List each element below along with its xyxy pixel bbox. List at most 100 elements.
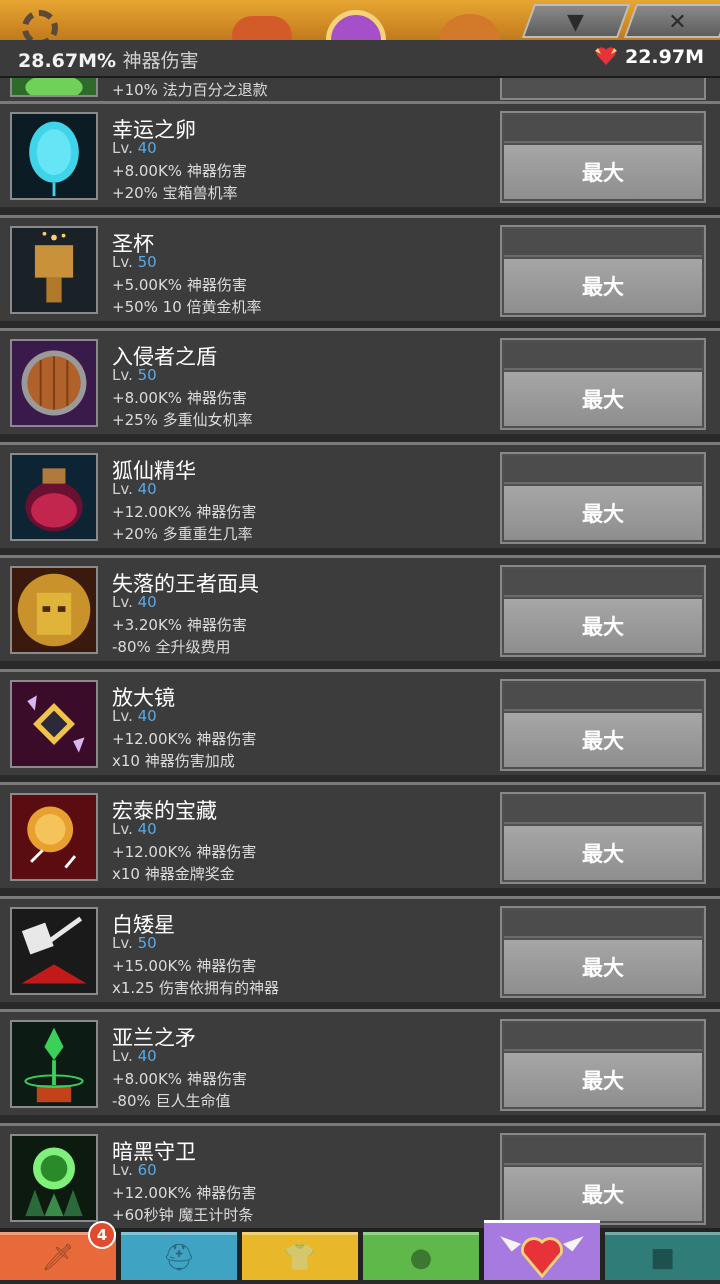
artifact-effect-2: +10% 法力百分之退款 <box>112 81 268 99</box>
artifact-level: Lv. 40 <box>112 1047 157 1065</box>
cost-bar <box>504 115 702 143</box>
level-label: Lv. <box>112 480 133 498</box>
level-value: 50 <box>137 934 157 952</box>
skill-orb <box>326 10 386 40</box>
artifact-level: Lv. 40 <box>112 139 157 157</box>
level-value: 40 <box>137 139 157 157</box>
boss-orb <box>440 14 500 40</box>
shop-icon: ■ <box>650 1243 675 1273</box>
artifact-row: 放大镜 Lv. 40 +12.00K% 神器伤害 x10 神器伤害加成 最大 <box>0 669 720 775</box>
artifact-row: 失落的王者面具 Lv. 40 +3.20K% 神器伤害 -80% 全升级费用 最… <box>0 555 720 661</box>
max-button[interactable]: 最大 <box>504 145 702 199</box>
artifact-effect-2: +60秒钟 魔王计时条 <box>112 1206 254 1224</box>
max-button[interactable]: 最大 <box>504 486 702 540</box>
coin-icon <box>10 793 98 881</box>
artifact-effect-1: +15.00K% 神器伤害 <box>112 957 257 975</box>
close-button[interactable]: ✕ <box>623 4 720 38</box>
top-banner: ▼ ✕ <box>0 0 720 40</box>
artifact-effect-1: +8.00K% 神器伤害 <box>112 1070 247 1088</box>
winged-heart-icon <box>500 1236 584 1279</box>
level-value: 50 <box>137 366 157 384</box>
upgrade-control: 最大 <box>500 225 706 317</box>
relics-counter: 22.97M <box>594 46 704 68</box>
artifact-effect-1: +12.00K% 神器伤害 <box>112 730 257 748</box>
tab-equipment[interactable]: 👕 <box>242 1232 358 1280</box>
artifact-effect-2: x10 神器金牌奖金 <box>112 865 235 883</box>
artifact-level: Lv. 50 <box>112 366 157 384</box>
max-button[interactable]: 最大 <box>504 1167 702 1221</box>
artifact-effect-1: +8.00K% 神器伤害 <box>112 389 247 407</box>
notification-badge: 4 <box>88 1221 116 1249</box>
gem-icon <box>10 680 98 768</box>
egg-icon <box>10 112 98 200</box>
cost-bar <box>504 456 702 484</box>
artifact-level: Lv. 40 <box>112 593 157 611</box>
tab-shop[interactable]: ■ <box>605 1232 720 1280</box>
max-button[interactable]: 最大 <box>504 372 702 426</box>
level-label: Lv. <box>112 253 133 271</box>
armor-icon: 👕 <box>283 1243 317 1273</box>
cost-bar <box>504 342 702 370</box>
spear-icon <box>10 1020 98 1108</box>
level-value: 50 <box>137 253 157 271</box>
upgrade-control <box>500 78 706 100</box>
artifact-row: 暗黑守卫 Lv. 60 +12.00K% 神器伤害 +60秒钟 魔王计时条 最大 <box>0 1123 720 1228</box>
artifact-effect-1: +5.00K% 神器伤害 <box>112 276 247 294</box>
artifact-effect-2: x1.25 伤害依拥有的神器 <box>112 979 280 997</box>
relic-icon <box>594 47 617 65</box>
level-label: Lv. <box>112 366 133 384</box>
artifact-row: 亚兰之矛 Lv. 40 +8.00K% 神器伤害 -80% 巨人生命值 最大 <box>0 1009 720 1115</box>
artifact-row: 狐仙精华 Lv. 40 +12.00K% 神器伤害 +20% 多重重生几率 最大 <box>0 442 720 548</box>
artifact-effect-2: -80% 全升级费用 <box>112 638 231 656</box>
potion-icon <box>10 453 98 541</box>
damage-value: 28.67M% <box>18 50 117 72</box>
down-triangle-icon: ▼ <box>566 10 584 35</box>
artifact-list[interactable]: +10% 法力百分之退款 幸运之卵 Lv. 40 +8.00K% 神器伤害 +2… <box>0 78 720 1228</box>
shield-icon <box>10 339 98 427</box>
collapse-button[interactable]: ▼ <box>521 4 631 38</box>
level-value: 40 <box>137 1047 157 1065</box>
level-label: Lv. <box>112 139 133 157</box>
cost-bar <box>504 229 702 257</box>
upgrade-control: 最大 <box>500 679 706 771</box>
gear-icon[interactable] <box>22 10 58 40</box>
artifact-thumb <box>10 78 98 97</box>
level-label: Lv. <box>112 707 133 725</box>
close-icon: ✕ <box>668 10 687 35</box>
level-label: Lv. <box>112 593 133 611</box>
max-button[interactable]: 最大 <box>504 940 702 994</box>
tab-artifacts[interactable] <box>484 1220 600 1280</box>
artifact-effect-2: +20% 宝箱兽机率 <box>112 184 238 202</box>
max-button[interactable]: 最大 <box>504 599 702 653</box>
artifact-row: 入侵者之盾 Lv. 50 +8.00K% 神器伤害 +25% 多重仙女机率 最大 <box>0 328 720 434</box>
max-button[interactable]: 最大 <box>504 259 702 313</box>
artifact-row: 白矮星 Lv. 50 +15.00K% 神器伤害 x1.25 伤害依拥有的神器 … <box>0 896 720 1002</box>
level-label: Lv. <box>112 934 133 952</box>
tab-sword[interactable]: 🗡 4 <box>0 1221 116 1280</box>
cost-bar <box>504 1023 702 1051</box>
max-button[interactable]: 最大 <box>504 826 702 880</box>
max-button[interactable]: 最大 <box>504 1053 702 1107</box>
upgrade-control: 最大 <box>500 452 706 544</box>
artifact-effect-2: +25% 多重仙女机率 <box>112 411 253 429</box>
upgrade-control: 最大 <box>500 1133 706 1225</box>
artifact-level: Lv. 50 <box>112 934 157 952</box>
tab-pets[interactable]: ● <box>363 1232 479 1280</box>
upgrade-control: 最大 <box>500 1019 706 1111</box>
artifact-level: Lv. 40 <box>112 480 157 498</box>
artifact-level: Lv. 60 <box>112 1161 157 1179</box>
artifact-damage-total: 28.67M% 神器伤害 <box>18 46 199 73</box>
level-value: 40 <box>137 480 157 498</box>
level-value: 40 <box>137 707 157 725</box>
artifact-effect-1: +12.00K% 神器伤害 <box>112 1184 257 1202</box>
upgrade-control: 最大 <box>500 792 706 884</box>
level-value: 60 <box>137 1161 157 1179</box>
max-button[interactable]: 最大 <box>504 713 702 767</box>
artifact-effect-1: +12.00K% 神器伤害 <box>112 843 257 861</box>
hammer-icon <box>10 907 98 995</box>
upgrade-control: 最大 <box>500 111 706 203</box>
cost-bar <box>504 1137 702 1165</box>
hero-orb <box>232 16 292 40</box>
level-label: Lv. <box>112 1047 133 1065</box>
tab-heroes[interactable]: ⛑ <box>121 1232 237 1280</box>
